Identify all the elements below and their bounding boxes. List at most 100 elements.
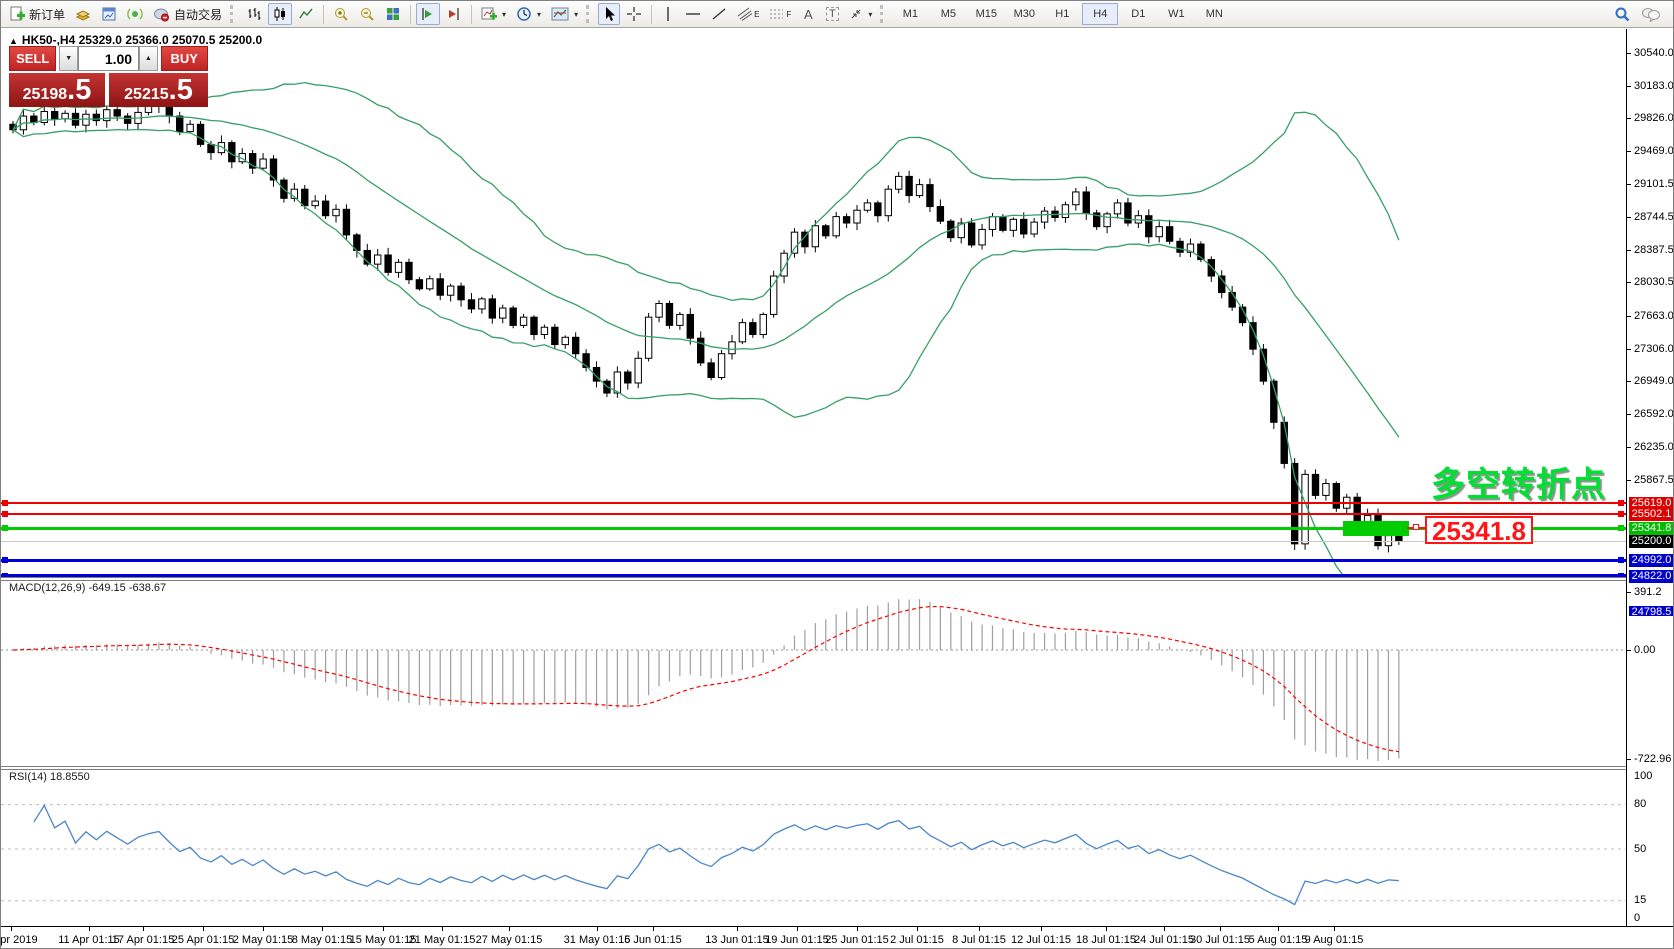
timeframe-button-w1[interactable]: W1 [1158,3,1194,25]
indicators-button[interactable]: ▾ [477,3,510,25]
chat-button[interactable] [1637,3,1665,25]
chart-annotation-text[interactable]: 多空转折点 [1431,457,1606,506]
time-tick-label[interactable]: 6 Jun 01:15 [624,934,682,946]
line-handle-left[interactable] [2,557,8,563]
line-handle-left[interactable] [2,500,8,506]
tile-windows-button[interactable] [381,3,405,25]
vertical-line-icon [662,6,674,22]
chart-shift-icon [446,6,462,22]
timeframe-button-m30[interactable]: M30 [1006,3,1042,25]
auto-scroll-button[interactable] [416,3,440,25]
zoom-out-button[interactable] [355,3,379,25]
zoom-in-button[interactable] [329,3,353,25]
buy-price-display[interactable]: 25215.5 [109,73,208,107]
bar-chart-button[interactable] [242,3,266,25]
auto-scroll-icon [420,6,436,22]
time-tick-label[interactable]: 25 Jun 01:15 [825,934,889,946]
chart-shift-button[interactable] [442,3,466,25]
time-tick-label[interactable]: 4 Apr 2019 [0,934,38,946]
line-handle-right[interactable] [1618,525,1624,531]
time-tick-label[interactable]: 17 Apr 01:15 [112,934,174,946]
time-tick-mark [89,927,90,931]
line-handle-right[interactable] [1618,500,1624,506]
time-tick-label[interactable]: 2 Jul 01:15 [890,934,944,946]
line-style-icon [298,6,314,22]
templates-dropdown-caret: ▾ [574,10,578,19]
collapse-triangle-icon[interactable]: ▲ [9,36,18,46]
periods-button[interactable]: ▾ [512,3,545,25]
sell-price-display[interactable]: 25198.5 [9,73,105,107]
search-button[interactable] [1610,3,1635,25]
time-tick-label[interactable]: 19 Jun 01:15 [765,934,829,946]
time-tick-label[interactable]: 15 May 01:15 [350,934,417,946]
cursor-tool-button[interactable] [598,3,620,25]
time-tick-label[interactable]: 2 May 01:15 [233,934,294,946]
timeframe-button-h4[interactable]: H4 [1082,3,1118,25]
horizontal-line-25502.1[interactable] [1,513,1626,515]
timeframe-button-m5[interactable]: M5 [930,3,966,25]
macd-panel-divider[interactable] [1,577,1626,581]
timeframe-button-d1[interactable]: D1 [1120,3,1156,25]
macd-panel[interactable] [1,580,1626,766]
buy-button[interactable]: BUY [161,46,208,71]
time-tick-label[interactable]: 27 May 01:15 [476,934,543,946]
time-tick-label[interactable]: 11 Apr 01:15 [58,934,120,946]
line-handle-right[interactable] [1618,557,1624,563]
ohlc-text: HK50-,H4 25329.0 25366.0 25070.5 25200.0 [22,33,262,47]
time-tick-label[interactable]: 8 Jul 01:15 [952,934,1006,946]
timeframe-button-h1[interactable]: H1 [1044,3,1080,25]
time-tick-label[interactable]: 13 Jun 01:15 [705,934,769,946]
time-tick-label[interactable]: 25 Apr 01:15 [172,934,234,946]
time-tick-label[interactable]: 8 May 01:15 [292,934,353,946]
autotrading-button[interactable]: 自动交易 [149,3,226,25]
line-handle-right[interactable] [1618,511,1624,517]
vertical-line-tool[interactable] [657,3,679,25]
rsi-panel[interactable] [1,769,1626,926]
text-label-tool[interactable]: T [821,3,843,25]
horizontal-line-25200.0[interactable] [1,541,1626,542]
highlight-rectangle[interactable] [1343,521,1409,536]
callout-anchor-handle[interactable] [1413,524,1419,530]
timeframe-button-m15[interactable]: M15 [968,3,1004,25]
volume-decrease-button[interactable]: ▼ [59,46,77,71]
time-tick-label[interactable]: 30 Jul 01:15 [1190,934,1250,946]
templates-button[interactable]: ▾ [547,3,582,25]
volume-input[interactable]: 1.00 [78,46,139,71]
rsi-axis-label: 50 [1634,843,1646,855]
line-chart-button[interactable] [294,3,318,25]
line-handle-left[interactable] [2,511,8,517]
new-chart-button[interactable] [97,3,121,25]
signals-button[interactable] [123,3,147,25]
sell-button[interactable]: SELL [9,46,56,71]
horizontal-line-tool[interactable] [681,3,705,25]
macd-chart [1,580,1626,766]
time-tick-label[interactable]: 12 Jul 01:15 [1011,934,1071,946]
time-tick-label[interactable]: 31 May 01:15 [564,934,631,946]
price-tick-label: 25867.5 [1634,474,1674,486]
horizontal-line-25619.0[interactable] [1,502,1626,504]
new-order-button[interactable]: 新订单 [5,3,69,25]
timeframe-button-mn[interactable]: MN [1196,3,1232,25]
time-tick-label[interactable]: 21 May 01:15 [409,934,476,946]
rsi-panel-divider[interactable] [1,766,1626,770]
price-callout-label[interactable]: 25341.8 [1425,516,1533,544]
fibonacci-tool[interactable]: F [765,3,795,25]
equidistant-channel-tool[interactable]: E [733,3,763,25]
line-handle-left[interactable] [2,525,8,531]
timeframe-button-m1[interactable]: M1 [892,3,928,25]
time-tick-label[interactable]: 24 Jul 01:15 [1134,934,1194,946]
new-order-label: 新订单 [29,6,65,23]
time-tick-mark [322,927,323,931]
volume-increase-button[interactable]: ▲ [139,46,157,71]
arrows-tool[interactable]: ▾ [845,3,876,25]
trendline-tool[interactable] [707,3,731,25]
time-tick-label[interactable]: 9 Aug 01:15 [1305,934,1364,946]
horizontal-line-24992.0[interactable] [1,559,1626,562]
time-tick-label[interactable]: 18 Jul 01:15 [1076,934,1136,946]
candle-chart-button[interactable] [268,3,292,25]
price-chart-panel[interactable]: ▲HK50-,H4 25329.0 25366.0 25070.5 25200.… [1,29,1626,579]
text-tool[interactable]: A [797,3,819,25]
time-tick-label[interactable]: 5 Aug 01:15 [1249,934,1308,946]
crosshair-tool-button[interactable] [622,3,646,25]
history-center-button[interactable] [71,3,95,25]
